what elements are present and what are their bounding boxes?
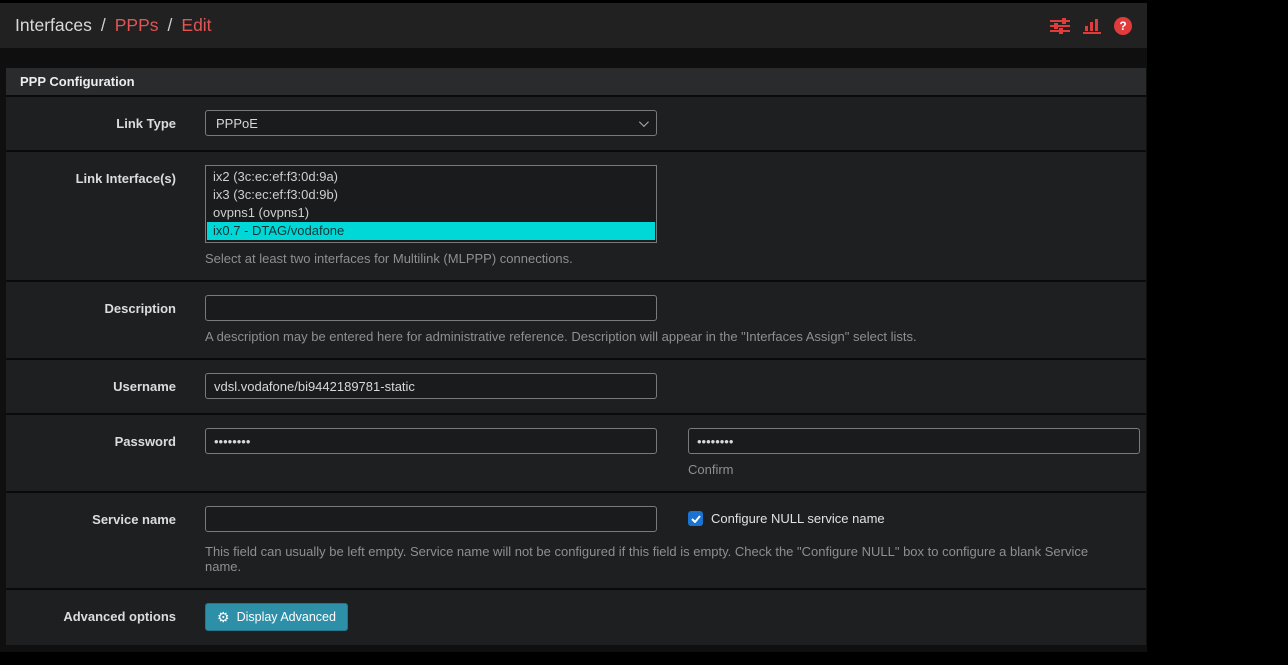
description-label: Description xyxy=(6,295,176,344)
panel-body: Link Type PPPoE Link Interface(s) ix2 (3… xyxy=(6,95,1146,645)
breadcrumb-link-edit[interactable]: Edit xyxy=(181,15,211,36)
display-advanced-button[interactable]: ⚙ Display Advanced xyxy=(205,603,348,631)
list-option-ix2[interactable]: ix2 (3c:ec:ef:f3:0d:9a) xyxy=(207,168,655,186)
row-service-name: Service name Configure NULL service n xyxy=(6,491,1146,588)
password-label: Password xyxy=(6,428,176,477)
service-name-input[interactable] xyxy=(205,506,657,532)
link-type-label: Link Type xyxy=(6,110,176,136)
description-help: A description may be entered here for ad… xyxy=(205,329,1136,344)
display-advanced-button-label: Display Advanced xyxy=(237,610,336,624)
null-service-checkbox-group[interactable]: Configure NULL service name xyxy=(688,506,885,526)
username-input[interactable] xyxy=(205,373,657,399)
row-username: Username xyxy=(6,358,1146,413)
link-interfaces-label: Link Interface(s) xyxy=(6,165,176,266)
breadcrumb-separator: / xyxy=(168,15,173,36)
null-service-checkbox-label: Configure NULL service name xyxy=(711,511,885,526)
advanced-options-label: Advanced options xyxy=(6,603,176,631)
service-name-label: Service name xyxy=(6,506,176,574)
breadcrumb: Interfaces / PPPs / Edit xyxy=(15,15,212,36)
breadcrumb-section: Interfaces xyxy=(15,15,92,36)
link-type-select[interactable]: PPPoE xyxy=(205,110,657,136)
gear-icon: ⚙ xyxy=(217,610,230,624)
description-input[interactable] xyxy=(205,295,657,321)
row-link-interfaces: Link Interface(s) ix2 (3c:ec:ef:f3:0d:9a… xyxy=(6,150,1146,280)
breadcrumb-link-ppps[interactable]: PPPs xyxy=(115,15,159,36)
link-type-selected-value: PPPoE xyxy=(216,116,258,131)
password-confirm-input[interactable] xyxy=(688,428,1140,454)
top-navbar: Interfaces / PPPs / Edit xyxy=(0,3,1147,48)
bar-chart-icon[interactable] xyxy=(1083,18,1101,34)
link-interfaces-help: Select at least two interfaces for Multi… xyxy=(205,251,1136,266)
row-link-type: Link Type PPPoE xyxy=(6,95,1146,150)
password-confirm-label: Confirm xyxy=(688,462,1140,477)
sliders-icon[interactable] xyxy=(1050,18,1070,34)
breadcrumb-separator: / xyxy=(101,15,106,36)
list-option-ix3[interactable]: ix3 (3c:ec:ef:f3:0d:9b) xyxy=(207,186,655,204)
service-name-help: This field can usually be left empty. Se… xyxy=(205,544,1110,574)
chevron-down-icon xyxy=(639,117,649,127)
password-input[interactable] xyxy=(205,428,657,454)
row-advanced-options: Advanced options ⚙ Display Advanced xyxy=(6,588,1146,645)
ppp-configuration-panel: PPP Configuration Link Type PPPoE Link I… xyxy=(6,68,1146,645)
page: Interfaces / PPPs / Edit xyxy=(0,0,1147,652)
row-description: Description A description may be entered… xyxy=(6,280,1146,358)
list-option-ovpns1[interactable]: ovpns1 (ovpns1) xyxy=(207,204,655,222)
username-label: Username xyxy=(6,373,176,399)
panel-title: PPP Configuration xyxy=(6,68,1146,95)
content-area: PPP Configuration Link Type PPPoE Link I… xyxy=(0,48,1147,665)
row-password: Password Confirm xyxy=(6,413,1146,491)
list-option-ix0-7-selected[interactable]: ix0.7 - DTAG/vodafone xyxy=(207,222,655,240)
null-service-checkbox[interactable] xyxy=(688,511,703,526)
help-icon[interactable]: ? xyxy=(1114,17,1132,35)
link-interfaces-listbox[interactable]: ix2 (3c:ec:ef:f3:0d:9a) ix3 (3c:ec:ef:f3… xyxy=(205,165,657,243)
navbar-icons: ? xyxy=(1050,17,1132,35)
